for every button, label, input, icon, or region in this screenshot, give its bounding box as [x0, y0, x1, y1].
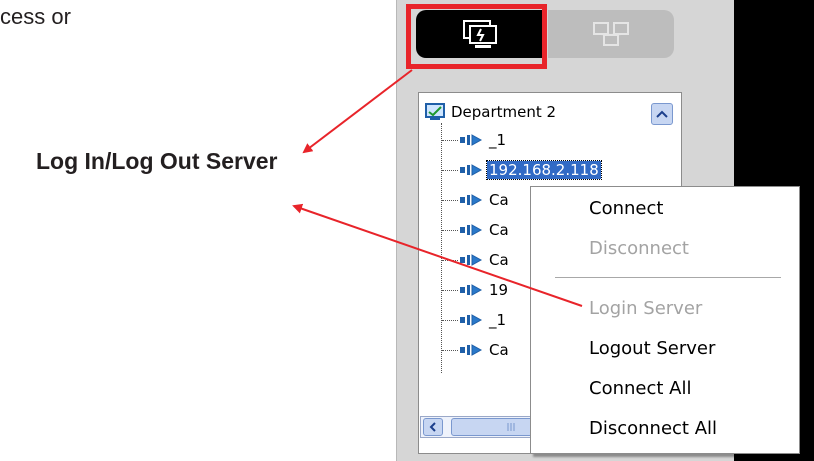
menu-item-login-server[interactable]: Login Server	[589, 293, 702, 323]
network-monitors-icon	[593, 22, 629, 46]
tree-device-item[interactable]: _1	[459, 129, 508, 151]
tree-device-label: 192.168.2.118	[486, 160, 602, 180]
callout-label: Log In/Log Out Server	[36, 148, 278, 174]
tree-guide-branch	[442, 350, 458, 351]
menu-item-disconnect[interactable]: Disconnect	[589, 233, 689, 263]
menu-item-label: Login Server	[589, 297, 703, 319]
menu-item-label: Disconnect All	[589, 417, 718, 439]
menu-item-logout-server[interactable]: Logout Server	[589, 333, 715, 363]
context-menu: Connect Disconnect Login Server Logout S…	[530, 186, 800, 454]
tree-guide-branch	[442, 290, 458, 291]
group-monitor-icon	[425, 103, 445, 120]
chevron-left-icon	[429, 422, 436, 432]
tree-guide-branch	[442, 260, 458, 261]
tree-device-label: Ca	[489, 251, 509, 269]
camera-device-icon	[460, 344, 483, 356]
tab-network[interactable]	[548, 10, 674, 58]
tree-root-node[interactable]: Department 2	[425, 101, 556, 123]
menu-item-label: Logout Server	[589, 337, 716, 359]
scroll-up-button[interactable]	[651, 103, 673, 125]
tree-guide-branch	[442, 230, 458, 231]
menu-item-label: Connect	[589, 197, 664, 219]
tree-device-item[interactable]: Ca	[459, 219, 511, 241]
tree-device-item[interactable]: 192.168.2.118	[459, 159, 602, 181]
camera-device-icon	[460, 284, 483, 296]
tree-device-item[interactable]: _1	[459, 309, 508, 331]
menu-item-label: Disconnect	[589, 237, 689, 259]
menu-separator	[555, 277, 781, 279]
camera-device-icon	[460, 164, 483, 176]
tree-guide-branch	[442, 200, 458, 201]
menu-item-disconnect-all[interactable]: Disconnect All	[589, 413, 717, 443]
camera-device-icon	[460, 134, 483, 146]
tree-root-label: Department 2	[451, 103, 557, 121]
camera-device-icon	[460, 314, 483, 326]
tree-device-item[interactable]: Ca	[459, 339, 511, 361]
tab-highlight-box	[406, 4, 547, 69]
tree-device-label: Ca	[489, 191, 509, 209]
tree-device-label: _1	[489, 131, 507, 149]
tree-device-label: 19	[489, 281, 509, 299]
tree-guide-line	[441, 123, 442, 373]
tree-guide-branch	[442, 320, 458, 321]
tree-device-label: Ca	[489, 341, 509, 359]
tree-device-item[interactable]: 19	[459, 279, 510, 301]
tree-device-label: _1	[489, 311, 507, 329]
menu-item-connect-all[interactable]: Connect All	[589, 373, 691, 403]
scroll-left-button[interactable]	[423, 418, 443, 436]
camera-device-icon	[460, 254, 483, 266]
menu-item-connect[interactable]: Connect	[589, 193, 663, 223]
camera-device-icon	[460, 194, 483, 206]
tree-guide-branch	[442, 170, 458, 171]
menu-item-label: Connect All	[589, 377, 692, 399]
tree-device-label: Ca	[489, 221, 509, 239]
camera-device-icon	[460, 224, 483, 236]
tree-device-item[interactable]: Ca	[459, 249, 511, 271]
tree-device-item[interactable]: Ca	[459, 189, 511, 211]
document-text-fragment: cess or	[0, 4, 71, 29]
chevron-up-icon	[656, 110, 668, 118]
grip-icon	[507, 423, 515, 431]
tree-guide-branch	[442, 140, 458, 141]
